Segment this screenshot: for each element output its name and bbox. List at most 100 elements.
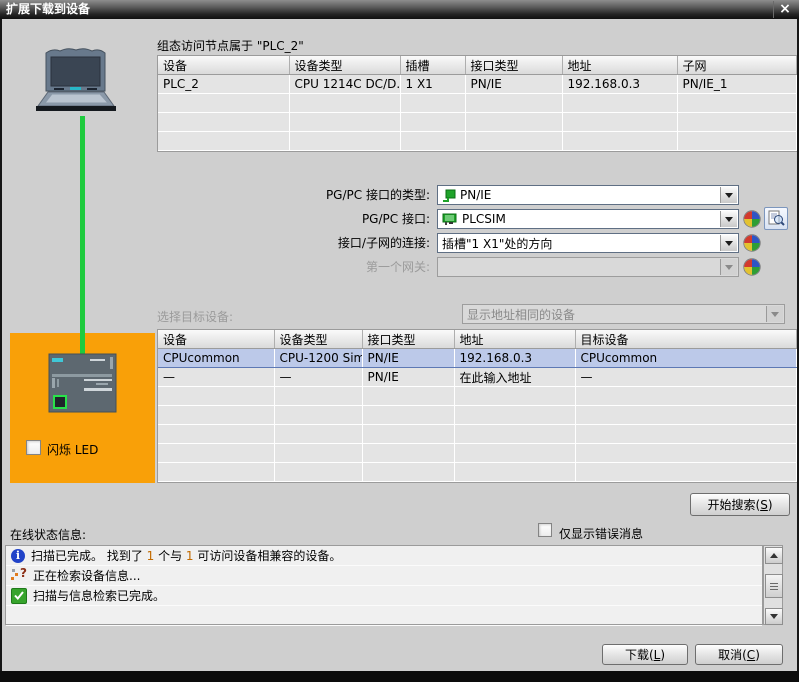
cell-target-device[interactable]: CPUcommon bbox=[575, 348, 797, 368]
col-header-slot: 插槽 bbox=[400, 56, 466, 75]
col-header-target-device: 目标设备 bbox=[575, 330, 797, 349]
dropdown-arrow-button bbox=[766, 306, 783, 322]
flash-led-checkbox[interactable] bbox=[26, 440, 41, 455]
status-message-text: 扫描已完成。 找到了 1 个与 1 可访问设备相兼容的设备。 bbox=[31, 549, 342, 563]
first-gateway-combo bbox=[437, 257, 739, 277]
extended-download-dialog: 扩展下载到设备 × 闪烁 LED 组态访问节点属于 "PLC_2" 设备 设备类… bbox=[0, 0, 799, 682]
device-filter-value: 显示地址相同的设备 bbox=[467, 307, 576, 322]
device-filter-combo: 显示地址相同的设备 bbox=[462, 304, 785, 324]
status-scrollbar[interactable] bbox=[763, 545, 783, 625]
cell-interface-type: PN/IE bbox=[465, 74, 563, 94]
magnifier-document-icon bbox=[768, 210, 785, 226]
only-errors-label: 仅显示错误消息 bbox=[559, 527, 644, 541]
dialog-title: 扩展下载到设备 bbox=[6, 2, 91, 16]
cell-device-type: CPU 1214C DC/D... bbox=[289, 74, 401, 94]
scrollbar-thumb[interactable] bbox=[765, 574, 783, 598]
cell-device[interactable]: — bbox=[158, 367, 275, 387]
cancel-button[interactable]: 取消(C) bbox=[695, 644, 783, 665]
dropdown-arrow-button[interactable] bbox=[720, 211, 737, 227]
title-bar: 扩展下载到设备 × bbox=[0, 0, 799, 19]
pgpc-interface-type-label: PG/PC 接口的类型: bbox=[325, 188, 430, 202]
grip-icon bbox=[770, 585, 778, 587]
scroll-down-button[interactable] bbox=[765, 608, 783, 625]
connection-line bbox=[80, 116, 85, 356]
configured-nodes-table: 设备 设备类型 插槽 接口类型 地址 子网 PLC_2 CPU 1214C DC… bbox=[157, 55, 798, 152]
interface-subnet-connection-combo[interactable]: 插槽"1 X1"处的方向 bbox=[437, 233, 739, 253]
cell-subnet: PN/IE_1 bbox=[677, 74, 797, 94]
chevron-down-icon bbox=[725, 240, 733, 246]
pgpc-interface-type-value: PN/IE bbox=[460, 188, 492, 202]
col-header-interface-type: 接口类型 bbox=[362, 330, 455, 349]
cell-device: PLC_2 bbox=[158, 74, 290, 94]
dropdown-arrow-button[interactable] bbox=[720, 235, 737, 251]
dropdown-arrow-button[interactable] bbox=[720, 187, 737, 203]
pnie-adapter-icon bbox=[443, 189, 456, 202]
window-border-left bbox=[0, 0, 2, 682]
pgpc-interface-type-combo[interactable]: PN/IE bbox=[437, 185, 739, 205]
download-button[interactable]: 下载(L) bbox=[602, 644, 688, 665]
only-errors-checkbox[interactable] bbox=[538, 523, 552, 537]
select-target-caption: 选择目标设备: bbox=[157, 310, 234, 324]
accessible-nodes-shield-icon bbox=[743, 234, 761, 252]
info-icon: i bbox=[11, 548, 25, 563]
device-info-search-button[interactable] bbox=[764, 207, 788, 230]
table-row-empty bbox=[158, 386, 797, 406]
status-message: ? 正在检索设备信息... bbox=[6, 566, 762, 586]
pgpc-interface-combo[interactable]: PLCSIM bbox=[437, 209, 739, 229]
interface-subnet-connection-label: 接口/子网的连接: bbox=[337, 236, 430, 250]
pgpc-interface-label: PG/PC 接口: bbox=[361, 212, 430, 226]
close-icon: × bbox=[779, 1, 791, 17]
status-message: 扫描与信息检索已完成。 bbox=[6, 586, 762, 606]
arrow-up-icon bbox=[770, 553, 778, 558]
arrow-down-icon bbox=[770, 614, 778, 619]
pg-pc-laptop-icon bbox=[36, 48, 116, 111]
table-row-empty bbox=[158, 131, 797, 151]
status-message: i 扫描已完成。 找到了 1 个与 1 可访问设备相兼容的设备。 bbox=[6, 546, 762, 566]
retrieving-info-icon: ? bbox=[11, 566, 27, 583]
cell-slot: 1 X1 bbox=[400, 74, 466, 94]
table-row: PLC_2 CPU 1214C DC/D... 1 X1 PN/IE 192.1… bbox=[158, 74, 797, 94]
col-header-interface-type: 接口类型 bbox=[465, 56, 563, 75]
cell-device[interactable]: CPUcommon bbox=[158, 348, 275, 368]
dropdown-arrow-button bbox=[720, 259, 737, 275]
interface-subnet-connection-value: 插槽"1 X1"处的方向 bbox=[442, 236, 553, 251]
success-check-icon bbox=[11, 587, 27, 604]
table-row-empty bbox=[158, 462, 797, 482]
table-row-selected[interactable]: CPUcommon CPU-1200 Simula... PN/IE 192.1… bbox=[158, 348, 797, 368]
accessible-nodes-shield-icon bbox=[743, 210, 761, 228]
col-header-device-type: 设备类型 bbox=[274, 330, 363, 349]
cell-interface-type[interactable]: PN/IE bbox=[362, 367, 455, 387]
cell-address-input[interactable]: 在此输入地址 bbox=[454, 367, 576, 387]
chevron-down-icon bbox=[771, 311, 779, 317]
table-row-empty bbox=[158, 424, 797, 444]
table-row-empty bbox=[158, 405, 797, 425]
accessible-nodes-shield-icon bbox=[743, 258, 761, 276]
flash-led-label: 闪烁 LED bbox=[47, 443, 99, 457]
scroll-up-button[interactable] bbox=[765, 547, 783, 564]
chevron-down-icon bbox=[725, 192, 733, 198]
window-border-bottom bbox=[0, 671, 799, 682]
status-message-text: 扫描与信息检索已完成。 bbox=[33, 589, 166, 603]
cell-interface-type[interactable]: PN/IE bbox=[362, 348, 455, 368]
table-row-empty bbox=[158, 443, 797, 463]
table-row-empty bbox=[158, 112, 797, 132]
table-header-row: 设备 设备类型 接口类型 地址 目标设备 bbox=[158, 330, 797, 349]
col-header-device: 设备 bbox=[158, 330, 275, 349]
first-gateway-label: 第一个网关: bbox=[365, 260, 430, 274]
table-row[interactable]: — — PN/IE 在此输入地址 — bbox=[158, 367, 797, 387]
cell-device-type[interactable]: — bbox=[274, 367, 363, 387]
close-button[interactable]: × bbox=[773, 1, 796, 18]
online-status-label: 在线状态信息: bbox=[10, 528, 87, 542]
configured-nodes-caption: 组态访问节点属于 "PLC_2" bbox=[157, 39, 304, 53]
cell-device-type[interactable]: CPU-1200 Simula... bbox=[274, 348, 363, 368]
chevron-down-icon bbox=[725, 216, 733, 222]
col-header-device: 设备 bbox=[158, 56, 290, 75]
start-search-button[interactable]: 开始搜索(S) bbox=[690, 493, 790, 516]
cell-address: 192.168.0.3 bbox=[562, 74, 678, 94]
cell-target-device[interactable]: — bbox=[575, 367, 797, 387]
col-header-address: 地址 bbox=[562, 56, 678, 75]
cell-address[interactable]: 192.168.0.3 bbox=[454, 348, 576, 368]
status-message-text: 正在检索设备信息... bbox=[33, 569, 141, 583]
col-header-address: 地址 bbox=[454, 330, 576, 349]
status-message-list: i 扫描已完成。 找到了 1 个与 1 可访问设备相兼容的设备。 ? 正在检索设… bbox=[5, 545, 763, 626]
